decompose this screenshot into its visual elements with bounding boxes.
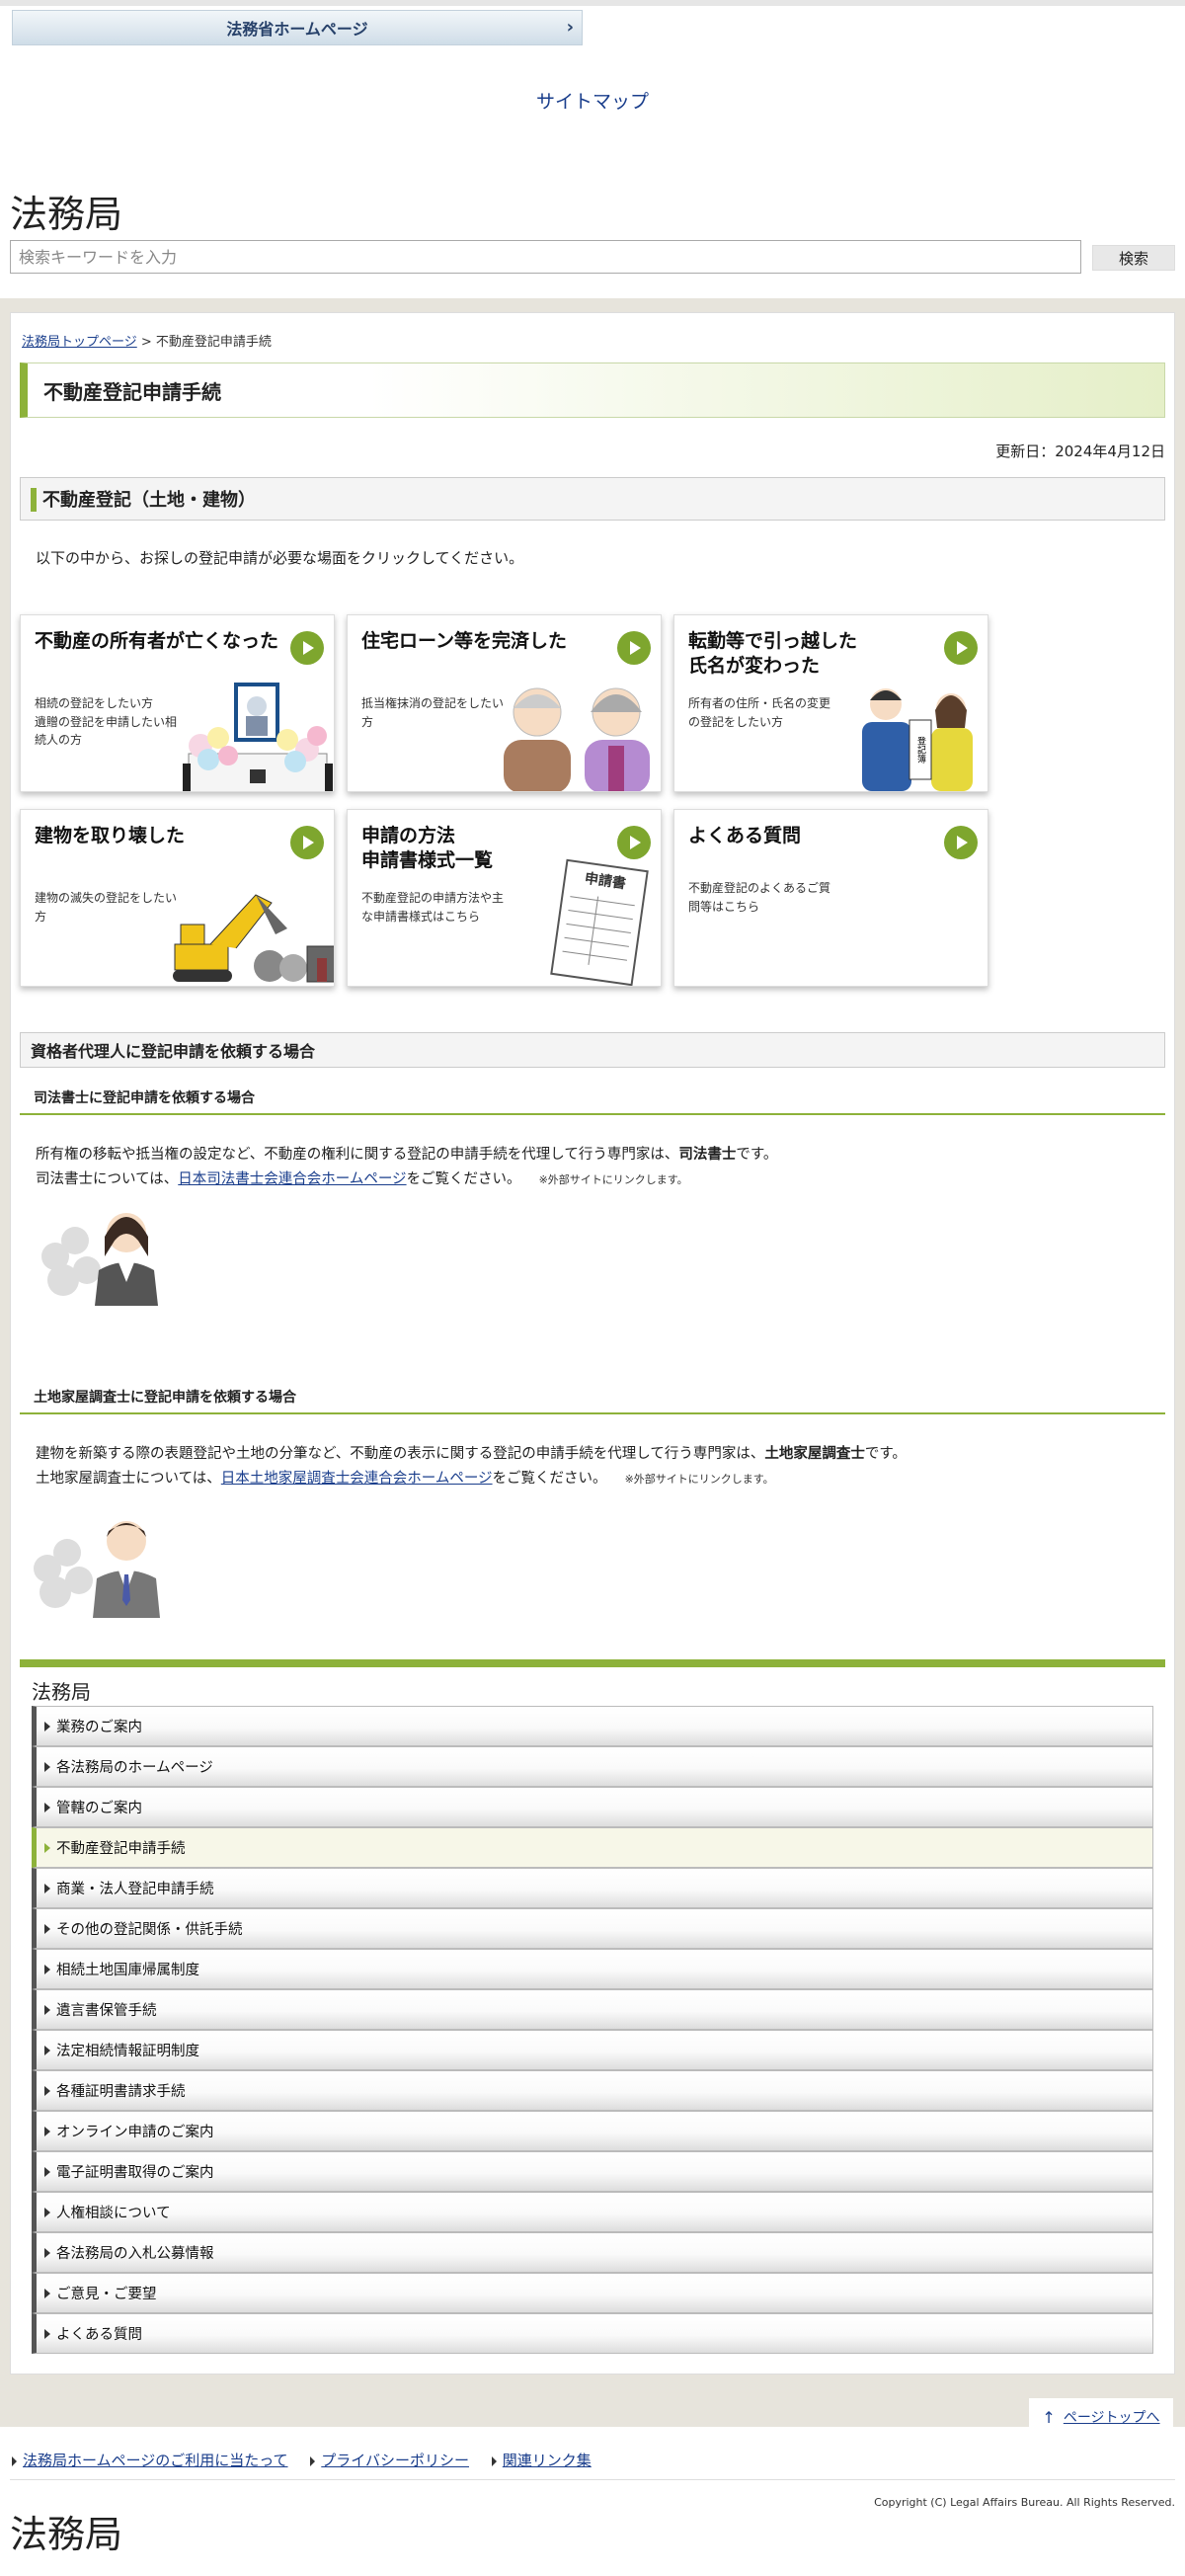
section-heading-label: 不動産登記（土地・建物） <box>42 490 256 511</box>
tochi-association-link[interactable]: 日本土地家屋調査士会連合会ホームページ <box>221 1471 493 1487</box>
footer-link-privacy[interactable]: プライバシーポリシー <box>321 2452 469 2469</box>
card-application-forms[interactable]: 申請の方法 申請書様式一覧 不動産登記の申請方法や主 な申請書様式はこちら 申請… <box>347 809 662 987</box>
triangle-right-icon <box>491 2455 497 2466</box>
menu-item-commercial-registration[interactable]: 商業・法人登記申請手続 <box>32 1868 1153 1908</box>
triangle-right-icon <box>12 2455 17 2466</box>
shiho-association-link[interactable]: 日本司法書士会連合会ホームページ <box>178 1171 406 1187</box>
bureau-menu-list: 業務のご案内 各法務局のホームページ 管轄のご案内 不動産登記申請手続 商業・法… <box>32 1706 1153 2354</box>
footer-site-title: 法務局 <box>10 2513 123 2556</box>
card-building-demolished[interactable]: 建物を取り壊した 建物の滅失の登記をしたい 方 <box>20 809 335 987</box>
menu-item-jurisdiction[interactable]: 管轄のご案内 <box>32 1787 1153 1827</box>
menu-item-inheritance-info[interactable]: 法定相続情報証明制度 <box>32 2030 1153 2070</box>
funeral-altar-illustration <box>183 683 333 791</box>
shiho-heading: 司法書士に登記申請を依頼する場合 <box>20 1087 1165 1115</box>
menu-item-bureau-homepages[interactable]: 各法務局のホームページ <box>32 1746 1153 1787</box>
menu-item-certificates[interactable]: 各種証明書請求手続 <box>32 2070 1153 2111</box>
menu-item-human-rights[interactable]: 人権相談について <box>32 2192 1153 2232</box>
card-title: よくある質問 <box>688 825 802 846</box>
certificate-label: 登記簿 <box>915 736 926 763</box>
play-arrow-icon <box>617 826 651 859</box>
intro-text: 以下の中から、お探しの登記申請が必要な場面をクリックしてください。 <box>36 549 524 567</box>
updated-date: 更新日：2024年4月12日 <box>995 443 1165 460</box>
tochi-heading: 土地家屋調査士に登記申請を依頼する場合 <box>20 1387 1165 1414</box>
menu-item-business-guide[interactable]: 業務のご案内 <box>32 1706 1153 1746</box>
tochi-paragraph: 建物を新築する際の表題登記や土地の分筆など、不動産の表示に関する登記の申請手続を… <box>36 1442 907 1492</box>
breadcrumb: 法務局トップページ > 不動産登記申請手続 <box>22 331 272 350</box>
external-link-note: ※外部サイトにリンクします。 <box>624 1473 774 1487</box>
section-heading-land-building: 不動産登記（土地・建物） <box>20 477 1165 521</box>
land-surveyor-illustration <box>34 1521 160 1618</box>
shiho-text-end: です。 <box>736 1147 778 1163</box>
menu-item-online-application[interactable]: オンライン申請のご案内 <box>32 2111 1153 2151</box>
card-description: 抵当権抹消の登記をしたい 方 <box>361 696 505 729</box>
copyright: Copyright (C) Legal Affairs Bureau. All … <box>874 2496 1175 2509</box>
couple-with-certificate-illustration: 登記簿 <box>862 688 973 791</box>
footer-link-related[interactable]: 関連リンク集 <box>503 2452 592 2469</box>
menu-item-faq[interactable]: よくある質問 <box>32 2313 1153 2354</box>
search-input[interactable] <box>10 240 1081 274</box>
shiho-text-end: をご覧ください。 <box>406 1171 521 1188</box>
tochi-bold: 土地家屋調査士 <box>764 1446 865 1462</box>
footer-links: 法務局ホームページのご利用に当たって プライバシーポリシー 関連リンク集 <box>12 2450 609 2470</box>
card-description: 相続の登記をしたい方 遺贈の登記を申請したい相 続人の方 <box>35 696 178 748</box>
menu-item-will-storage[interactable]: 遺言書保管手続 <box>32 1989 1153 2030</box>
menu-item-e-certificate[interactable]: 電子証明書取得のご案内 <box>32 2151 1153 2192</box>
breadcrumb-current: 不動産登記申請手続 <box>155 335 272 350</box>
footer-divider <box>10 2479 1175 2480</box>
external-link-note: ※外部サイトにリンクします。 <box>538 1173 688 1187</box>
card-moved-or-name-change[interactable]: 転勤等で引っ越した 氏名が変わった 所有者の住所・氏名の変更 の登記をしたい方 … <box>673 614 988 792</box>
chevron-right-icon: › <box>566 17 574 38</box>
menu-item-other-registration[interactable]: その他の登記関係・供託手続 <box>32 1908 1153 1949</box>
search-button[interactable]: 検索 <box>1092 245 1175 271</box>
card-description: 所有者の住所・氏名の変更 の登記をしたい方 <box>688 696 831 729</box>
shiho-paragraph: 所有権の移転や抵当権の設定など、不動産の権利に関する登記の申請手続を代理して行う… <box>36 1143 777 1193</box>
triangle-right-icon <box>310 2455 316 2466</box>
page-top-link[interactable]: ページトップへ <box>1064 2407 1160 2427</box>
shiho-text: 司法書士については、 <box>36 1171 179 1188</box>
card-owner-deceased[interactable]: 不動産の所有者が亡くなった 相続の登記をしたい方 遺贈の登記を申請したい相 続人… <box>20 614 335 792</box>
moj-homepage-link[interactable]: 法務省ホームページ › <box>12 10 583 45</box>
tochi-text: 建物を新築する際の表題登記や土地の分筆など、不動産の表示に関する登記の申請手続を… <box>36 1446 765 1462</box>
card-title: 住宅ローン等を完済した <box>361 630 568 652</box>
tochi-text-end: をご覧ください。 <box>492 1471 607 1488</box>
play-arrow-icon <box>290 631 324 665</box>
sitemap-link[interactable]: サイトマップ <box>0 87 1185 114</box>
arrow-up-icon: ↑ <box>1042 2407 1056 2427</box>
menu-item-inherited-land[interactable]: 相続土地国庫帰属制度 <box>32 1949 1153 1989</box>
tochi-text-end: です。 <box>864 1446 907 1462</box>
card-description: 不動産登記の申請方法や主 な申請書様式はこちら <box>361 891 505 924</box>
menu-item-real-estate-registration[interactable]: 不動産登記申請手続 <box>32 1827 1153 1868</box>
card-loan-repaid[interactable]: 住宅ローン等を完済した 抵当権抹消の登記をしたい 方 <box>347 614 662 792</box>
card-title: 不動産の所有者が亡くなった <box>35 630 279 652</box>
breadcrumb-separator: > <box>136 335 156 350</box>
play-arrow-icon <box>944 631 978 665</box>
card-description: 不動産登記のよくあるご質 問等はこちら <box>688 881 831 914</box>
breadcrumb-home-link[interactable]: 法務局トップページ <box>22 335 137 350</box>
play-arrow-icon <box>617 631 651 665</box>
card-description: 建物の滅失の登記をしたい 方 <box>35 891 178 924</box>
page-top-link-box[interactable]: ↑ ページトップへ <box>1029 2398 1173 2436</box>
agent-section-heading: 資格者代理人に登記申請を依頼する場合 <box>20 1032 1165 1068</box>
play-arrow-icon <box>944 826 978 859</box>
shiho-text: 所有権の移転や抵当権の設定など、不動産の権利に関する登記の申請手続を代理して行う… <box>36 1147 679 1163</box>
judicial-scrivener-illustration <box>41 1213 158 1306</box>
bureau-menu-title: 法務局 <box>32 1680 91 1704</box>
elderly-couple-illustration <box>504 687 650 791</box>
page-title: 不動産登記申請手続 <box>20 362 1165 418</box>
menu-item-bidding[interactable]: 各法務局の入札公募情報 <box>32 2232 1153 2273</box>
application-form-illustration: 申請書 <box>550 858 649 986</box>
shiho-bold: 司法書士 <box>678 1147 737 1163</box>
card-title: 建物を取り壊した <box>35 825 186 846</box>
play-arrow-icon <box>290 826 324 859</box>
top-strip <box>0 0 1185 6</box>
footer-link-usage[interactable]: 法務局ホームページのご利用に当たって <box>23 2452 288 2469</box>
site-title: 法務局 <box>10 193 123 236</box>
moj-homepage-label: 法務省ホームページ <box>226 20 368 39</box>
card-faq[interactable]: よくある質問 不動産登記のよくあるご質 問等はこちら <box>673 809 988 987</box>
tochi-text: 土地家屋調査士については、 <box>36 1471 221 1488</box>
menu-item-feedback[interactable]: ご意見・ご要望 <box>32 2273 1153 2313</box>
excavator-illustration <box>173 894 334 983</box>
card-title: 転勤等で引っ越した 氏名が変わった <box>688 630 858 677</box>
